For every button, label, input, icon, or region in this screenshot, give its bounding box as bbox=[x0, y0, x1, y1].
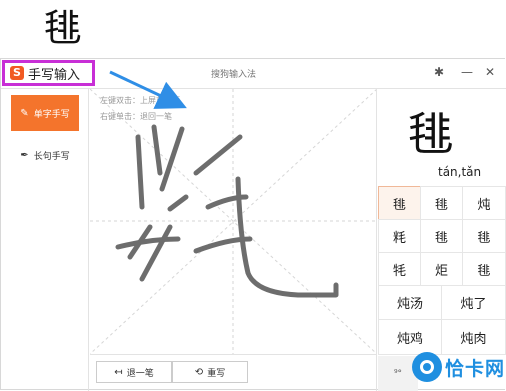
candidate-cell[interactable]: 毴 bbox=[420, 186, 463, 220]
site-watermark: 恰卡网 bbox=[412, 352, 505, 382]
mode-label: 单字手写 bbox=[33, 109, 70, 120]
mode-label: 长句手写 bbox=[33, 151, 70, 162]
handwritten-strokes bbox=[115, 124, 339, 298]
candidate-cell[interactable]: 毴 bbox=[420, 219, 463, 253]
brand-label: 手写输入 bbox=[28, 67, 81, 83]
phrase-candidate[interactable]: 炖了 bbox=[441, 285, 506, 320]
candidate-panel: 毴 tán,tǎn 毴 毴 炖 粍 毴 毴 牦 炬 毴 炖汤 炖了 炖鸡 炖肉 … bbox=[378, 89, 506, 391]
candidate-cell[interactable]: 毴 bbox=[462, 219, 506, 253]
close-button[interactable]: ✕ bbox=[482, 64, 498, 80]
minimize-button[interactable]: — bbox=[459, 64, 475, 80]
example-character: 毴 bbox=[44, 6, 83, 50]
refresh-icon: ⟲ bbox=[194, 366, 204, 378]
phrase-candidate[interactable]: 炖肉 bbox=[441, 319, 506, 355]
mode-long-sentence[interactable]: ✒ 长句手写 bbox=[11, 137, 79, 173]
canvas-guides bbox=[90, 89, 376, 354]
candidate-cell[interactable]: 毴 bbox=[462, 252, 506, 286]
hint-right-click: 右键单击：退回一笔 bbox=[100, 112, 172, 121]
settings-gear-icon[interactable]: ✱ bbox=[431, 64, 447, 80]
candidate-cell[interactable]: 炖 bbox=[462, 186, 506, 220]
candidate-preview: 毴 bbox=[408, 107, 454, 161]
candidate-cell[interactable]: 毴 bbox=[378, 186, 421, 220]
window-title: 搜狗输入法 bbox=[211, 70, 257, 80]
undo-label: 退一笔 bbox=[126, 368, 154, 379]
sogou-logo-icon: S bbox=[10, 66, 24, 80]
mode-sidebar: ✎ 单字手写 ✒ 长句手写 bbox=[1, 89, 89, 391]
brand-highlight: S 手写输入 bbox=[2, 60, 95, 86]
canvas-drawing bbox=[90, 89, 376, 354]
undo-stroke-button[interactable]: ↤ 退一笔 bbox=[96, 361, 172, 383]
rewrite-label: 重写 bbox=[207, 368, 226, 379]
watermark-text: 恰卡网 bbox=[445, 357, 506, 380]
watermark-logo-icon bbox=[412, 352, 442, 382]
rewrite-button[interactable]: ⟲ 重写 bbox=[172, 361, 248, 383]
hint-double-click: 左键双击：上屏首选项 bbox=[100, 96, 180, 105]
edit-icon: ✎ bbox=[20, 107, 29, 119]
title-bar: S 手写输入 搜狗输入法 ✱ — ✕ bbox=[1, 59, 506, 89]
canvas-actions: ↤ 退一笔 ⟲ 重写 bbox=[90, 354, 377, 391]
candidate-cell[interactable]: 炬 bbox=[420, 252, 463, 286]
phrase-candidate[interactable]: 炖鸡 bbox=[378, 319, 442, 355]
handwriting-input-window: S 手写输入 搜狗输入法 ✱ — ✕ ✎ 单字手写 ✒ 长句手写 左键双击：上屏… bbox=[0, 58, 506, 391]
candidate-cell[interactable]: 粍 bbox=[378, 219, 421, 253]
back-arrow-icon: ↤ bbox=[114, 366, 123, 378]
pen-icon: ✒ bbox=[20, 149, 29, 161]
candidate-cell[interactable]: 牦 bbox=[378, 252, 421, 286]
mode-single-char[interactable]: ✎ 单字手写 bbox=[11, 95, 79, 131]
phrase-candidate[interactable]: 炖汤 bbox=[378, 285, 442, 320]
handwriting-canvas[interactable]: 左键双击：上屏首选项 右键单击：退回一笔 bbox=[90, 89, 377, 354]
pinyin-reading: tán,tǎn bbox=[438, 165, 482, 179]
